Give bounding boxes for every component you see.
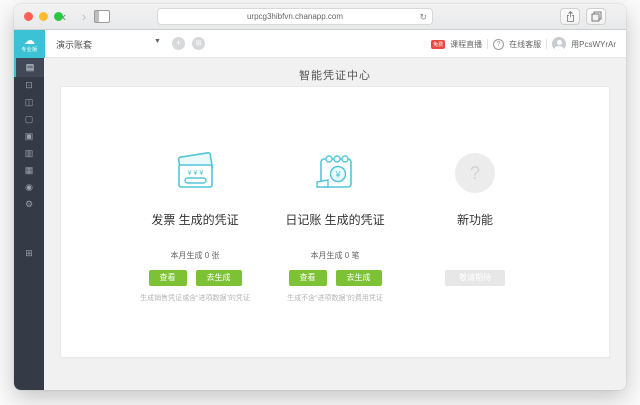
address-bar[interactable]: urpcg3hibfvn.chanapp.com ↻ [157, 8, 433, 25]
add-account-button[interactable]: + [172, 37, 185, 50]
view-button[interactable]: 查看 [148, 270, 187, 286]
voucher-icon: ▤ [25, 62, 35, 72]
sidebar-item-voucher[interactable]: ▤ [14, 58, 44, 77]
svg-text:¥: ¥ [334, 170, 341, 180]
divider [546, 39, 548, 49]
assets-icon: ▦ [24, 165, 34, 175]
divider [487, 39, 489, 49]
journal-voucher-column: ¥ 日记账 生成的凭证 本月生成 0 笔 查看 去生成 生成不含“进项数据”的费… [265, 87, 405, 357]
browser-toolbar: ‹ › urpcg3hibfvn.chanapp.com ↻ [14, 4, 626, 30]
journal-calendar-icon: ¥ [312, 149, 358, 197]
question-mark: ? [469, 162, 480, 183]
ledger-icon: ⊡ [25, 80, 33, 90]
help-icon[interactable]: ? [493, 38, 505, 50]
funds-icon: ▢ [24, 114, 34, 124]
new-feature-column: ? 新功能 敬请期待 [405, 87, 545, 357]
sidebar-item-ledger[interactable]: ⊡ [14, 77, 44, 94]
svg-text:¥ ¥ ¥: ¥ ¥ ¥ [188, 170, 204, 177]
app-logo[interactable]: ☁ 专业版 [14, 30, 45, 58]
checkout-icon: ◉ [25, 182, 33, 192]
view-button[interactable]: 查看 [288, 270, 327, 286]
sidebar-toggle-icon[interactable] [94, 10, 110, 23]
tabs-icon [591, 11, 601, 22]
sidebar-item-assets[interactable]: ▦ [14, 162, 44, 179]
sidebar-item-funds[interactable]: ▢ [14, 111, 44, 128]
card-title: 发票 生成的凭证 [151, 213, 239, 227]
monthly-count: 本月生成 0 笔 [310, 251, 360, 260]
share-button[interactable] [560, 8, 580, 25]
invoice-ticket-icon: ¥ ¥ ¥ [172, 149, 218, 197]
app-header: ☁ 专业版 演示账套 ▼ + ⊞ 免费 课程直播 ? 在线客服 用PcsWYrA… [14, 30, 626, 58]
voucher-center-card: ¥ ¥ ¥ 发票 生成的凭证 本月生成 0 张 查看 去生成 生成销售凭证或含“… [60, 86, 610, 358]
main-content: 智能凭证中心 ¥ ¥ ¥ 发票 生成的凭证 本月生成 0 张 查看 去生成 生成… [44, 58, 626, 390]
sidebar-item-checkout[interactable]: ◉ [14, 179, 44, 196]
online-support-link[interactable]: 在线客服 [509, 39, 541, 50]
invoice-voucher-column: ¥ ¥ ¥ 发票 生成的凭证 本月生成 0 张 查看 去生成 生成销售凭证或含“… [125, 87, 265, 357]
card-title: 新功能 [456, 213, 493, 227]
sidebar-item-salary[interactable]: ▥ [14, 145, 44, 162]
cloud-icon: ☁ [24, 34, 35, 47]
monthly-count: 本月生成 0 张 [170, 251, 220, 260]
course-live-link[interactable]: 课程直播 [450, 39, 482, 50]
sidebar-item-invoice[interactable]: ▣ [14, 128, 44, 145]
reload-icon[interactable]: ↻ [419, 10, 427, 25]
sidebar-item-store[interactable]: ⊞ [14, 245, 44, 262]
username-label[interactable]: 用PcsWYrAr [571, 39, 616, 50]
settings-icon: ⚙ [24, 199, 34, 209]
salary-icon: ▥ [24, 148, 34, 158]
nav-sidebar: ▤ ⊡ ◫ ▢ ▣ ▥ ▦ ◉ ⚙ ⊞ [14, 58, 44, 390]
edition-label: 专业版 [21, 46, 38, 53]
apps-grid-button[interactable]: ⊞ [192, 37, 205, 50]
invoice-icon: ▣ [24, 131, 34, 141]
page-title: 智能凭证中心 [299, 70, 371, 82]
generate-button[interactable]: 去生成 [335, 270, 382, 286]
coming-soon-button[interactable]: 敬请期待 [445, 270, 505, 286]
close-window-button[interactable] [24, 12, 33, 21]
minimize-window-button[interactable] [39, 12, 48, 21]
report-chart-icon: ◫ [24, 97, 34, 107]
show-tabs-button[interactable] [586, 8, 606, 25]
live-free-badge: 免费 [431, 39, 446, 49]
user-avatar[interactable] [552, 37, 567, 51]
share-icon [566, 11, 574, 22]
chevron-down-icon[interactable]: ▼ [154, 38, 161, 45]
store-icon: ⊞ [25, 248, 33, 258]
generate-button[interactable]: 去生成 [195, 270, 242, 286]
browser-window: ‹ › urpcg3hibfvn.chanapp.com ↻ ☁ 专业版 演示账… [14, 4, 626, 390]
question-circle-icon: ? [455, 153, 495, 193]
card-title: 日记账 生成的凭证 [285, 213, 385, 227]
forward-button[interactable]: › [76, 9, 92, 25]
card-caption: 生成销售凭证或含“进项数据”的凭证 [140, 295, 250, 302]
card-caption: 生成不含“进项数据”的费用凭证 [287, 295, 383, 302]
url-text: urpcg3hibfvn.chanapp.com [246, 12, 344, 21]
account-set-selector[interactable]: 演示账套 [56, 38, 92, 51]
sidebar-item-reports[interactable]: ◫ [14, 94, 44, 111]
sidebar-item-settings[interactable]: ⚙ [14, 196, 44, 213]
back-button[interactable]: ‹ [56, 9, 72, 25]
